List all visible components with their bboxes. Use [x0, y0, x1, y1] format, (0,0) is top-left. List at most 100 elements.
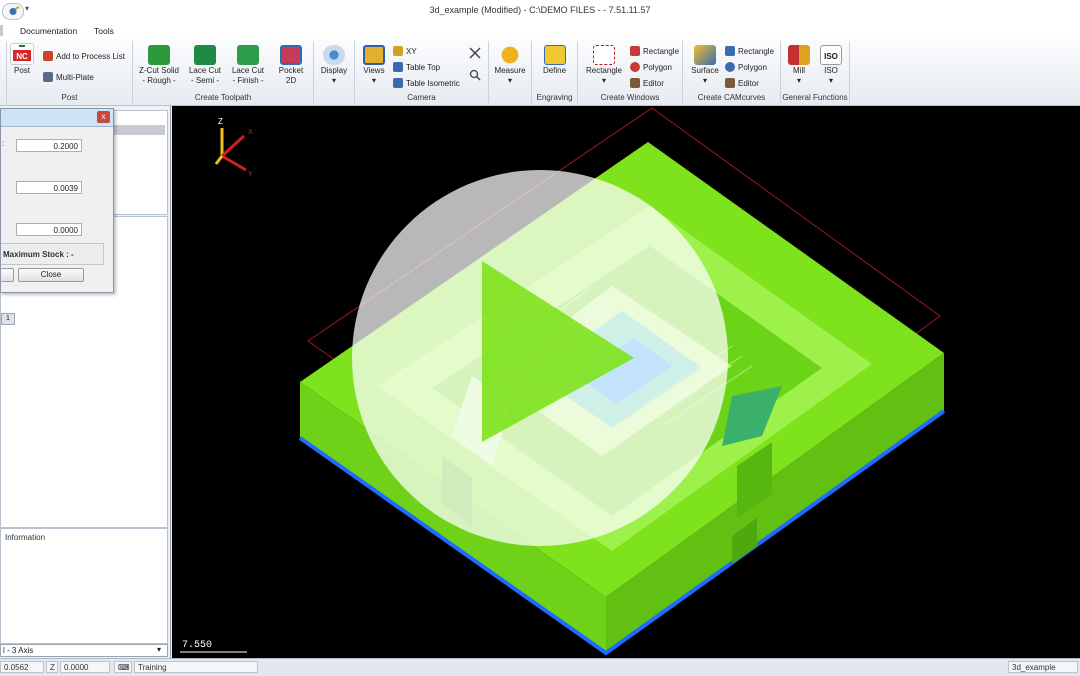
- field-1-input[interactable]: 0.2000: [16, 139, 82, 152]
- measure-dropdown-icon: ▾: [507, 76, 512, 85]
- machine-select-value: l - 3 Axis: [3, 646, 34, 655]
- lace-semi-icon: [194, 45, 216, 65]
- lace-finish-label-1: Lace Cut: [231, 66, 265, 75]
- menu-documentation[interactable]: Documentation: [20, 26, 77, 36]
- information-panel: Information: [0, 528, 168, 644]
- view-table-top-button[interactable]: Table Top: [393, 62, 440, 72]
- viewport-scene: Z X Y 7.550: [180, 107, 946, 656]
- window-editor-label: Editor: [643, 78, 664, 88]
- mill-dropdown-icon: ▾: [796, 76, 801, 85]
- camcurve-surface-button[interactable]: Surface ▾: [687, 45, 723, 86]
- group-post: NC Post Add to Process List Multi-Plate …: [7, 41, 133, 103]
- information-header: Information: [5, 533, 46, 542]
- post-label: Post: [13, 66, 30, 75]
- window-title: 3d_example (Modified) - C:\DEMO FILES - …: [429, 5, 651, 15]
- group-create-windows: Rectangle ▾ Rectangle Polygon Editor Cre…: [578, 41, 683, 103]
- pocket-label-2: 2D: [285, 76, 297, 85]
- scale-value: 7.550: [182, 640, 212, 651]
- svg-text:ISO: ISO: [824, 52, 838, 61]
- dialog-left-button[interactable]: [1, 268, 14, 282]
- field-2-input[interactable]: 0.0039: [16, 181, 82, 194]
- axis-y-label: Y: [248, 171, 253, 178]
- lace-cut-semi-button[interactable]: Lace Cut - Semi -: [185, 45, 225, 86]
- polygon-icon: [630, 62, 640, 72]
- camcurve-editor-icon: [725, 78, 735, 88]
- add-to-process-list-button[interactable]: Add to Process List: [43, 51, 125, 61]
- window-rectangle-big-button[interactable]: Rectangle ▾: [582, 45, 626, 86]
- measure-label: Measure: [494, 66, 526, 75]
- group-display: Display ▾: [314, 41, 355, 103]
- window-editor-button[interactable]: Editor: [630, 78, 664, 88]
- view-xy-label: XY: [406, 46, 417, 56]
- stock-dialog: x : 0.2000 0.0039 0.0000 Maximum Stock :…: [0, 108, 114, 293]
- group-camera-label: Camera: [407, 93, 436, 102]
- window-rectangle-label: Rectangle: [643, 46, 680, 56]
- display-button[interactable]: Display ▾: [318, 45, 350, 86]
- tree-tag[interactable]: 1: [1, 313, 15, 325]
- view-xy-button[interactable]: XY: [393, 46, 417, 56]
- measure-button[interactable]: Measure ▾: [493, 45, 527, 86]
- editor-icon: [630, 78, 640, 88]
- 3d-viewport[interactable]: Z X Y 7.550: [172, 106, 1080, 658]
- mill-button[interactable]: Mill ▾: [784, 45, 814, 86]
- video-play-overlay[interactable]: [352, 170, 728, 546]
- zcut-label-2: - Rough -: [142, 76, 176, 85]
- group-engraving: Define Engraving: [532, 41, 578, 103]
- dialog-close-icon[interactable]: x: [97, 111, 110, 123]
- iso-label: ISO: [824, 66, 838, 75]
- window-rectangle-button[interactable]: Rectangle: [630, 46, 679, 56]
- camcurve-rectangle-button[interactable]: Rectangle: [725, 46, 774, 56]
- group-windows-label: Create Windows: [600, 93, 660, 102]
- camcurve-polygon-icon: [725, 62, 735, 72]
- pocket-2d-button[interactable]: Pocket 2D: [273, 45, 309, 86]
- group-camcurves-label: Create CAMcurves: [697, 93, 766, 102]
- group-engraving-label: Engraving: [536, 93, 573, 102]
- views-cube-icon: [363, 45, 385, 65]
- view-table-iso-label: Table Isometric: [406, 78, 460, 88]
- group-measure: Measure ▾: [489, 41, 532, 103]
- lace-finish-label-2: - Finish -: [232, 76, 264, 85]
- camcurve-surface-label: Surface: [691, 66, 719, 75]
- iso-button[interactable]: ISO ISO ▾: [816, 45, 846, 86]
- status-keyboard-icon: ⌨: [114, 661, 132, 673]
- surface-icon: [694, 45, 716, 65]
- zoom-fit-icon[interactable]: [469, 47, 481, 59]
- zcut-icon: [148, 45, 170, 65]
- view-table-isometric-button[interactable]: Table Isometric: [393, 78, 460, 88]
- pocket-icon: [280, 45, 302, 65]
- window-rectangle-big-label: Rectangle: [585, 66, 623, 75]
- status-x-value: 0.0562: [0, 661, 44, 673]
- zoom-window-icon[interactable]: [469, 69, 481, 81]
- tree-selected-row[interactable]: [111, 125, 165, 135]
- dialog-close-button[interactable]: Close: [18, 268, 84, 282]
- menu-tools[interactable]: Tools: [94, 26, 114, 36]
- window-polygon-button[interactable]: Polygon: [630, 62, 672, 72]
- camcurve-polygon-label: Polygon: [738, 62, 767, 72]
- post-button[interactable]: NC Post: [9, 43, 35, 76]
- display-label: Display: [320, 66, 348, 75]
- views-dropdown-icon: ▾: [371, 76, 376, 85]
- engraving-define-button[interactable]: Define: [536, 45, 573, 76]
- multi-plate-label: Multi-Plate: [56, 72, 94, 82]
- max-stock-box: Maximum Stock : -: [1, 243, 104, 265]
- camcurve-polygon-button[interactable]: Polygon: [725, 62, 767, 72]
- lace-semi-label-2: - Semi -: [191, 76, 219, 85]
- views-button[interactable]: Views ▾: [359, 45, 389, 86]
- table-iso-icon: [393, 78, 403, 88]
- window-polygon-label: Polygon: [643, 62, 672, 72]
- multi-plate-button[interactable]: Multi-Plate: [43, 72, 94, 82]
- camcurve-editor-button[interactable]: Editor: [725, 78, 759, 88]
- lace-cut-finish-button[interactable]: Lace Cut - Finish -: [228, 45, 268, 86]
- status-bar: 0.0562 Z 0.0000 ⌨ Training 3d_example: [0, 658, 1080, 676]
- ribbon: NC Post Add to Process List Multi-Plate …: [0, 39, 1080, 106]
- display-dropdown-icon: ▾: [331, 76, 336, 85]
- max-stock-label: Maximum Stock : -: [3, 250, 74, 259]
- zcut-solid-rough-button[interactable]: Z-Cut Solid - Rough -: [137, 45, 181, 86]
- add-list-icon: [43, 51, 53, 61]
- field-3-input[interactable]: 0.0000: [16, 223, 82, 236]
- group-toolpath-label: Create Toolpath: [194, 93, 252, 102]
- machine-select[interactable]: l - 3 Axis ▾: [0, 644, 168, 657]
- group-create-camcurves: Surface ▾ Rectangle Polygon Editor Creat…: [683, 41, 781, 103]
- xy-icon: [393, 46, 403, 56]
- status-file: 3d_example: [1008, 661, 1078, 673]
